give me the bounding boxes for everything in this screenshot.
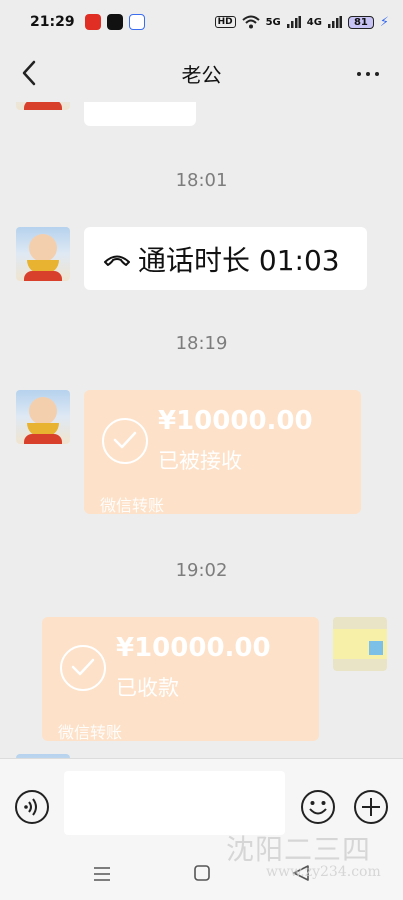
- back-arrow-icon[interactable]: [18, 59, 42, 87]
- status-bar: 21:29 HD 5G 4G 81 ⚡: [0, 0, 403, 44]
- phone-icon: [104, 255, 130, 266]
- transfer-label: 微信转账: [100, 496, 165, 515]
- transfer-amount: ¥10000.00: [158, 406, 313, 436]
- transfer-status: 已收款: [116, 676, 179, 700]
- check-circle-icon: [60, 645, 106, 691]
- message-input[interactable]: [64, 771, 285, 835]
- watermark-text: 沈阳二三四: [226, 833, 372, 866]
- status-indicators: HD 5G 4G 81 ⚡: [214, 14, 389, 30]
- home-icon[interactable]: [194, 865, 210, 881]
- more-options-icon[interactable]: [357, 72, 379, 76]
- user-avatar[interactable]: [333, 617, 387, 671]
- signal-icon-2: [327, 16, 342, 28]
- check-circle-icon: [102, 418, 148, 464]
- message-bubble[interactable]: [84, 102, 196, 126]
- message-timestamp: 18:19: [175, 333, 228, 354]
- network-5g: 5G: [265, 16, 281, 28]
- watermark: 沈阳二三四 www.zy234.com: [226, 828, 402, 892]
- pinduoduo-icon: [84, 14, 101, 30]
- transfer-label: 微信转账: [58, 723, 123, 742]
- signal-icon: [286, 16, 301, 28]
- contact-avatar[interactable]: [16, 102, 70, 110]
- chat-header: 老公: [0, 44, 403, 102]
- watermark-url: www.zy234.com: [266, 864, 381, 880]
- voice-icon[interactable]: [14, 789, 50, 825]
- message-timestamp: 18:01: [175, 170, 228, 191]
- network-4g: 4G: [306, 16, 322, 28]
- contact-avatar[interactable]: [16, 390, 70, 444]
- transfer-amount: ¥10000.00: [116, 633, 271, 663]
- status-time: 21:29: [30, 14, 75, 30]
- plus-icon[interactable]: [353, 789, 389, 825]
- transfer-card[interactable]: ¥10000.00 已收款 微信转账: [42, 617, 319, 742]
- transfer-status: 已被接收: [158, 449, 242, 473]
- douyin-icon: [106, 14, 123, 30]
- wifi-icon: [241, 15, 260, 29]
- emoji-icon[interactable]: [300, 789, 336, 825]
- chat-message-list[interactable]: 18:01 通话时长 01:03 18:19 ¥10000.00 已被接收 微信…: [0, 102, 403, 758]
- chat-title: 老公: [181, 62, 222, 87]
- hd-badge: HD: [214, 16, 236, 28]
- call-record-bubble[interactable]: 通话时长 01:03: [84, 227, 367, 290]
- call-duration-text: 通话时长 01:03: [138, 243, 340, 277]
- contact-avatar[interactable]: [16, 227, 70, 281]
- baidu-icon: [128, 14, 145, 30]
- menu-icon[interactable]: [93, 866, 111, 882]
- charging-icon: ⚡: [379, 14, 389, 30]
- battery-icon: 81: [347, 15, 374, 29]
- message-timestamp: 19:02: [175, 560, 228, 581]
- status-app-icons: [84, 14, 145, 30]
- transfer-card[interactable]: ¥10000.00 已被接收 微信转账: [84, 390, 361, 515]
